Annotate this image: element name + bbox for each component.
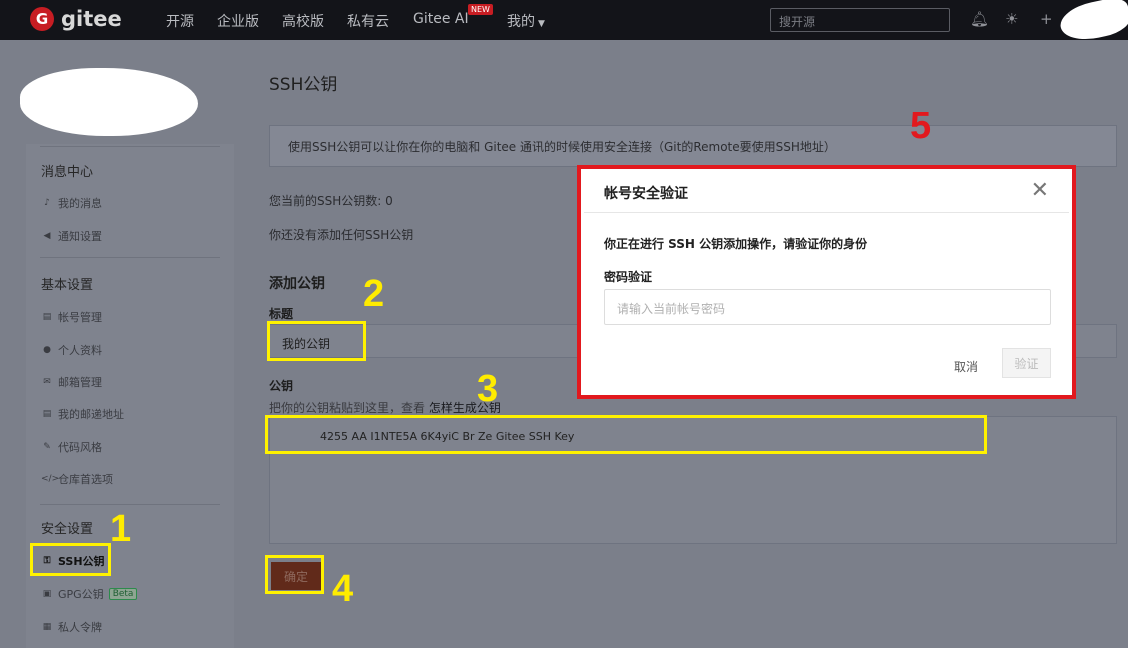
lightbulb-icon[interactable]: ☀︎ — [1005, 10, 1018, 28]
envelope-icon: ✉ — [43, 377, 51, 387]
bell-icon: ♪ — [44, 198, 50, 208]
modal-message: 你正在进行 SSH 公钥添加操作，请验证你的身份 — [604, 237, 868, 251]
brush-icon: ✎ — [43, 442, 51, 452]
sidebar-item-email[interactable]: ✉ 邮箱管理 — [41, 374, 102, 390]
sidebar-item-my-messages[interactable]: ♪ 我的消息 — [41, 195, 102, 211]
highlight-title-input — [267, 321, 366, 361]
search-input[interactable]: 搜开源 — [770, 8, 950, 32]
password-label: 密码验证 — [604, 270, 653, 284]
divider — [40, 504, 220, 505]
info-banner: 使用SSH公钥可以让你在你的电脑和 Gitee 通讯的时候使用安全连接（Git的… — [269, 125, 1117, 167]
sidebar-item-gpg-keys[interactable]: ▣ GPG公钥 Beta — [41, 586, 138, 602]
beta-badge: Beta — [108, 588, 138, 600]
nav-gitee-ai[interactable]: Gitee AI — [413, 11, 469, 27]
sidebar-group-basic: 基本设置 — [41, 278, 94, 293]
add-key-section-title: 添加公钥 — [269, 276, 325, 292]
page-title: SSH公钥 — [269, 75, 338, 95]
divider — [40, 257, 220, 258]
user-info-redacted — [20, 68, 198, 136]
verify-button[interactable]: 验证 — [1002, 348, 1051, 378]
modal-divider — [584, 212, 1069, 213]
sidebar-item-label: 私人令牌 — [58, 621, 102, 634]
step-number-3: 3 — [477, 368, 499, 410]
sidebar-item-label: 仓库首选项 — [58, 473, 113, 486]
nav-enterprise[interactable]: 企业版 — [217, 11, 259, 31]
sidebar-item-account[interactable]: ▤ 帐号管理 — [41, 309, 102, 325]
highlight-key-input — [265, 415, 987, 454]
key-hint-text: 把你的公钥粘贴到这里，查看 — [269, 401, 426, 415]
user-icon: ● — [43, 345, 51, 355]
step-number-5: 5 — [910, 105, 932, 147]
nav-education[interactable]: 高校版 — [282, 11, 324, 31]
gitee-logo-text: gitee — [61, 7, 122, 31]
lock-icon: ▣ — [42, 589, 52, 599]
top-navbar: G gitee 开源 企业版 高校版 私有云 Gitee AI NEW 我的 ▼ … — [0, 0, 1128, 45]
sidebar-item-label: 通知设置 — [58, 230, 102, 243]
token-icon: ▦ — [42, 622, 52, 632]
nav-private-cloud[interactable]: 私有云 — [347, 11, 389, 31]
empty-state-text: 你还没有添加任何SSH公钥 — [269, 228, 414, 242]
sidebar-item-label: 帐号管理 — [58, 311, 102, 324]
gitee-logo[interactable]: G gitee — [30, 7, 122, 31]
address-card-icon: ▤ — [42, 409, 52, 419]
title-label: 标题 — [269, 307, 294, 321]
step-number-1: 1 — [110, 508, 132, 550]
nav-mine-label: 我的 — [507, 14, 535, 30]
id-card-icon: ▤ — [42, 312, 52, 322]
public-key-label: 公钥 — [269, 379, 294, 393]
cancel-button[interactable]: 取消 — [954, 358, 978, 375]
highlight-confirm-button — [265, 555, 324, 594]
sidebar-item-notify-settings[interactable]: ◀ 通知设置 — [41, 228, 102, 244]
sidebar-item-label: GPG公钥 — [58, 588, 104, 601]
chevron-down-icon: ▼ — [538, 19, 545, 29]
sidebar-item-profile[interactable]: ● 个人资料 — [41, 342, 102, 358]
gitee-logo-icon: G — [30, 7, 54, 31]
sidebar-item-label: 我的邮递地址 — [58, 408, 124, 421]
close-icon[interactable]: ✕ — [1031, 178, 1049, 203]
avatar-redacted[interactable] — [1057, 0, 1128, 45]
sidebar-item-label: 我的消息 — [58, 197, 102, 210]
sidebar-group-security: 安全设置 — [41, 522, 94, 537]
speaker-icon: ◀ — [43, 231, 51, 241]
sidebar-item-code-style[interactable]: ✎ 代码风格 — [41, 439, 102, 455]
sidebar-item-repo-prefs[interactable]: </> 仓库首选项 — [41, 471, 113, 487]
code-icon: </> — [41, 474, 60, 484]
ssh-key-count: 您当前的SSH公钥数: 0 — [269, 194, 393, 208]
step-number-4: 4 — [332, 568, 354, 610]
nav-mine[interactable]: 我的 ▼ — [507, 11, 545, 31]
sidebar-item-label: 邮箱管理 — [58, 376, 102, 389]
highlight-ssh-keys — [30, 543, 111, 576]
sidebar-group-messages: 消息中心 — [41, 165, 94, 180]
sidebar-item-tokens[interactable]: ▦ 私人令牌 — [41, 619, 102, 635]
key-hint: 把你的公钥粘贴到这里，查看 怎样生成公钥 — [269, 399, 501, 416]
sidebar-item-address[interactable]: ▤ 我的邮递地址 — [41, 406, 124, 422]
modal-body: 帐号安全验证 ✕ 你正在进行 SSH 公钥添加操作，请验证你的身份 密码验证 请… — [584, 172, 1069, 392]
bell-icon[interactable]: 🔔︎ — [970, 10, 989, 28]
password-input[interactable]: 请输入当前帐号密码 — [604, 289, 1051, 325]
user-card — [20, 52, 234, 144]
account-verify-modal: 帐号安全验证 ✕ 你正在进行 SSH 公钥添加操作，请验证你的身份 密码验证 请… — [577, 165, 1076, 399]
modal-title: 帐号安全验证 — [604, 186, 688, 202]
nav-open-source[interactable]: 开源 — [166, 11, 194, 31]
new-badge: NEW — [468, 4, 493, 15]
step-number-2: 2 — [363, 273, 385, 315]
divider — [40, 146, 220, 147]
sidebar-item-label: 个人资料 — [58, 344, 102, 357]
sidebar-item-label: 代码风格 — [58, 441, 102, 454]
plus-icon[interactable]: + — [1040, 10, 1053, 28]
